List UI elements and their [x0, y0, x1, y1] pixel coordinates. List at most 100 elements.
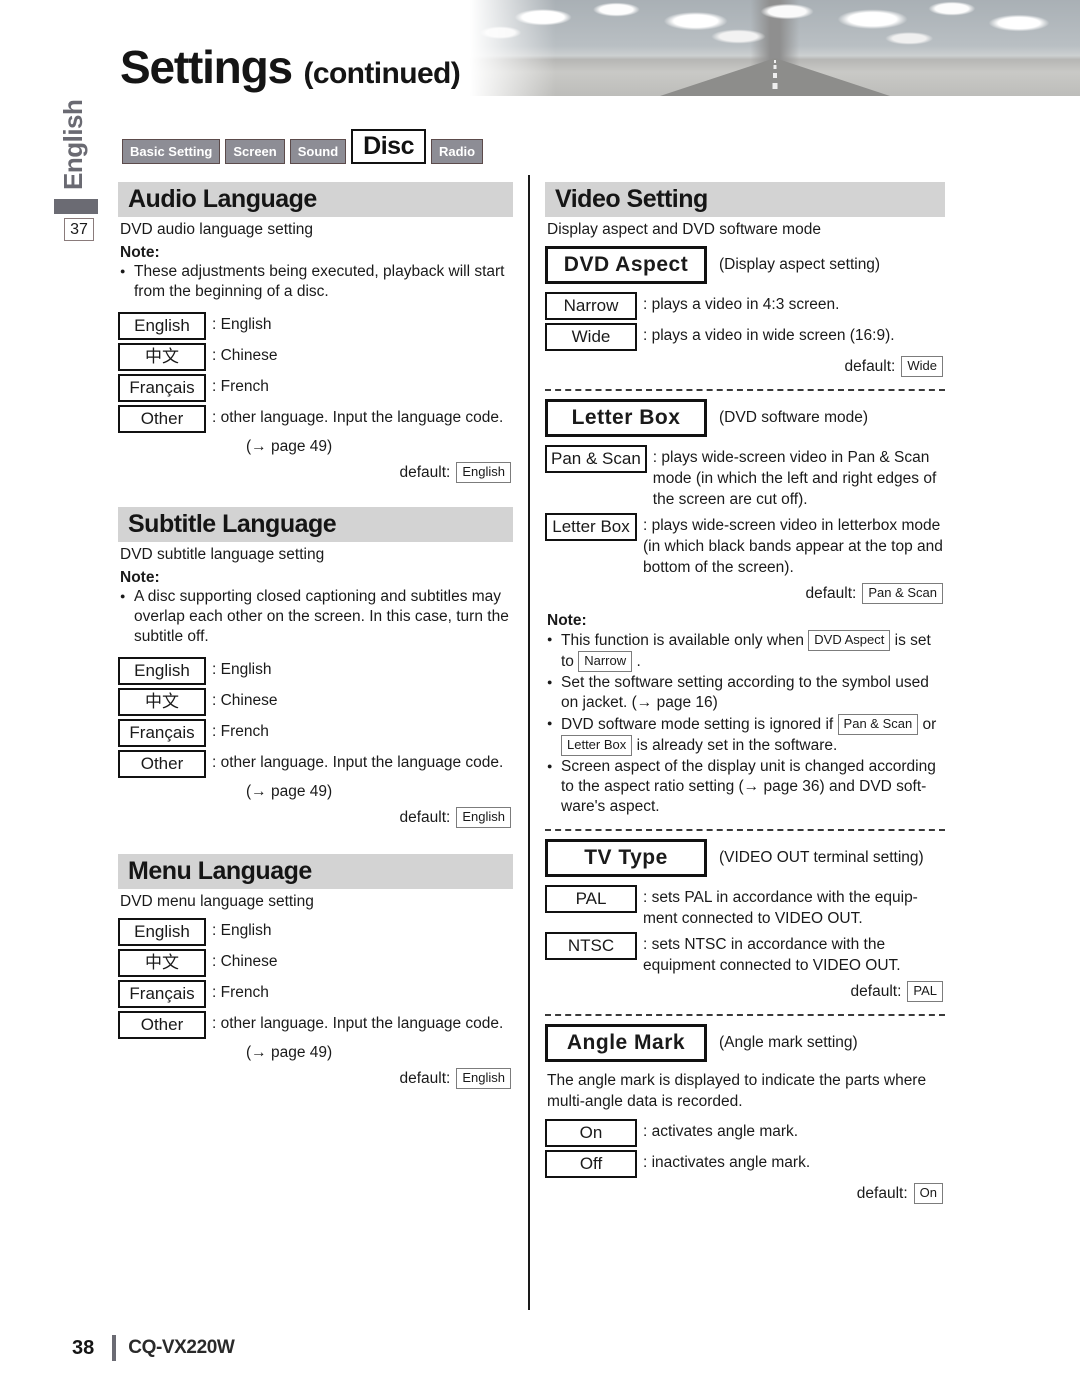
default-label: default:	[805, 584, 857, 602]
option-row[interactable]: Français : French	[118, 980, 513, 1008]
option-desc: : other language. Input the language cod…	[212, 409, 504, 426]
tab-sound[interactable]: Sound	[289, 139, 347, 164]
option-row[interactable]: Wide : plays a video in wide screen (16:…	[545, 323, 945, 351]
option-box-other[interactable]: Other	[118, 1011, 206, 1039]
page-title: Settings (continued)	[120, 40, 461, 94]
setting-box-angle-mark[interactable]: Angle Mark	[545, 1024, 707, 1062]
tab-radio[interactable]: Radio	[430, 139, 484, 164]
option-box-french[interactable]: Français	[118, 719, 206, 747]
option-box-letter-box[interactable]: Letter Box	[545, 513, 637, 541]
option-box-chinese[interactable]: 中文	[118, 343, 206, 371]
section-audio-language: Audio Language DVD audio language settin…	[118, 182, 513, 483]
option-row[interactable]: Letter Box : plays wide-screen video in …	[545, 513, 945, 578]
divider-dashed	[545, 389, 945, 391]
option-row[interactable]: 中文 : Chinese	[118, 949, 513, 977]
note-item: Screen aspect of the display unit is cha…	[547, 756, 945, 817]
footer-model-name: CQ-VX220W	[128, 1337, 235, 1358]
option-row[interactable]: English : English	[118, 657, 513, 685]
option-box-english[interactable]: English	[118, 918, 206, 946]
option-box-french[interactable]: Français	[118, 980, 206, 1008]
default-label: default:	[399, 1069, 451, 1087]
default-line: default: On	[545, 1183, 945, 1204]
note-item: DVD software mode setting is ignored if …	[547, 713, 945, 756]
option-row[interactable]: Off : inactivates angle mark.	[545, 1150, 945, 1178]
note-item: Set the software setting according to th…	[547, 672, 945, 713]
option-box-off[interactable]: Off	[545, 1150, 637, 1178]
option-row[interactable]: English : English	[118, 918, 513, 946]
option-row[interactable]: NTSC : sets NTSC in accordance with the …	[545, 932, 945, 976]
option-box-on[interactable]: On	[545, 1119, 637, 1147]
option-box-chinese[interactable]: 中文	[118, 949, 206, 977]
option-box-chinese[interactable]: 中文	[118, 688, 206, 716]
tab-basic-setting[interactable]: Basic Setting	[122, 139, 221, 164]
option-box-english[interactable]: English	[118, 657, 206, 685]
default-label: default:	[856, 1184, 908, 1202]
option-desc: : Chinese	[212, 347, 278, 364]
note-item: A disc supporting closed captioning and …	[120, 586, 513, 647]
default-value: English	[456, 1068, 511, 1089]
setting-box-dvd-aspect[interactable]: DVD Aspect	[545, 246, 707, 284]
note-text: .	[632, 653, 641, 670]
option-box-pan-and-scan[interactable]: Pan & Scan	[545, 445, 647, 473]
option-row[interactable]: Pan & Scan : plays wide-screen video in …	[545, 445, 945, 510]
footer-rule	[112, 1335, 117, 1361]
option-row[interactable]: Other : other language. Input the langua…	[118, 1011, 513, 1039]
option-row[interactable]: Other : other language. Input the langua…	[118, 750, 513, 778]
option-desc: : activates angle mark.	[643, 1123, 799, 1140]
setting-caption: (VIDEO OUT terminal setting)	[719, 849, 924, 866]
option-row[interactable]: PAL : sets PAL in accordance with the eq…	[545, 885, 945, 929]
side-page-marker: 37	[64, 218, 94, 241]
option-box-french[interactable]: Français	[118, 374, 206, 402]
option-row[interactable]: Français : French	[118, 374, 513, 402]
road-lane-dash	[773, 72, 777, 78]
section-menu-language: Menu Language DVD menu language setting …	[118, 854, 513, 1089]
option-desc: : other language. Input the language cod…	[212, 1015, 504, 1032]
road-lane-dash	[773, 65, 777, 70]
option-desc: : plays a video in 4:3 screen.	[643, 296, 840, 313]
option-box-wide[interactable]: Wide	[545, 323, 637, 351]
option-row[interactable]: Narrow : plays a video in 4:3 screen.	[545, 292, 945, 320]
option-box-other[interactable]: Other	[118, 750, 206, 778]
option-box-pal[interactable]: PAL	[545, 885, 637, 913]
option-row[interactable]: On : activates angle mark.	[545, 1119, 945, 1147]
section-heading: Menu Language	[118, 854, 513, 889]
option-row[interactable]: English : English	[118, 312, 513, 340]
video-notes: Note: This function is available only wh…	[545, 612, 945, 817]
tab-screen[interactable]: Screen	[225, 139, 285, 164]
column-divider	[528, 175, 530, 1310]
option-row[interactable]: Français : French	[118, 719, 513, 747]
language-side-tab: English	[58, 99, 88, 191]
tab-disc[interactable]: Disc	[351, 129, 426, 164]
note-item: These adjustments being executed, playba…	[120, 261, 513, 302]
option-desc: : English	[212, 661, 272, 678]
setting-box-tv-type[interactable]: TV Type	[545, 839, 707, 877]
default-line: default: PAL	[545, 981, 945, 1002]
option-box-english[interactable]: English	[118, 312, 206, 340]
subsection-tv-type: TV Type (VIDEO OUT terminal setting) PAL…	[545, 839, 945, 1002]
option-desc: : English	[212, 922, 272, 939]
option-box-ntsc[interactable]: NTSC	[545, 932, 637, 960]
section-subtitle: Display aspect and DVD software mode	[547, 221, 821, 238]
default-line: default: English	[118, 807, 513, 828]
setting-box-letter-box[interactable]: Letter Box	[545, 399, 707, 437]
option-row[interactable]: Other : other language. Input the langua…	[118, 405, 513, 433]
option-box-narrow[interactable]: Narrow	[545, 292, 637, 320]
setting-caption: (Angle mark setting)	[719, 1034, 858, 1051]
section-heading: Audio Language	[118, 182, 513, 217]
option-desc: : other language. Input the language cod…	[212, 754, 504, 771]
note-label: Note:	[120, 569, 160, 586]
option-desc: : sets PAL in accordance with the equip-…	[643, 889, 918, 927]
default-value: English	[456, 807, 511, 828]
page-footer: 38 CQ-VX220W	[72, 1335, 235, 1361]
page-title-main: Settings	[120, 41, 293, 93]
option-desc: : French	[212, 378, 269, 395]
subsection-dvd-aspect: DVD Aspect (Display aspect setting) Narr…	[545, 246, 945, 377]
option-box-other[interactable]: Other	[118, 405, 206, 433]
note-text: Set the software setting according to th…	[561, 674, 929, 711]
option-row[interactable]: 中文 : Chinese	[118, 688, 513, 716]
note-label: Note:	[120, 244, 160, 261]
note-text: Screen aspect of the display unit is cha…	[561, 758, 936, 815]
settings-tab-bar[interactable]: Basic Setting Screen Sound Disc Radio	[122, 129, 484, 164]
setting-caption: (Display aspect setting)	[719, 256, 881, 273]
option-row[interactable]: 中文 : Chinese	[118, 343, 513, 371]
